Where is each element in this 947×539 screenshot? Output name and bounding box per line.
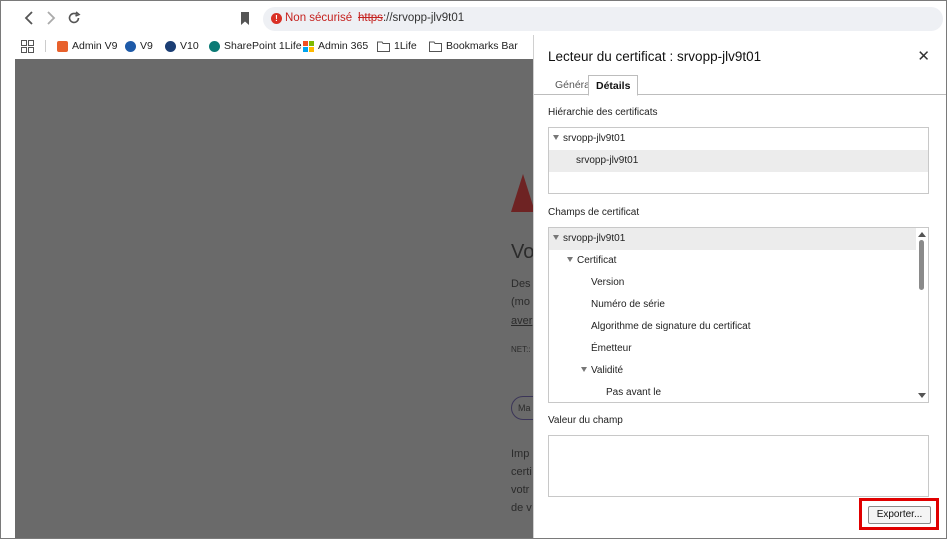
page-link[interactable]: aver (511, 315, 532, 327)
bookmark-label: Admin V9 (72, 40, 118, 52)
forward-arrow-icon (47, 11, 56, 25)
bookmark-icon (241, 11, 249, 25)
bookmark-label: Admin 365 (318, 40, 369, 52)
url-host: ://srvopp-jlv9t01 (382, 12, 465, 24)
bookmark-bookmarks-bar[interactable]: Bookmarks Bar (429, 38, 518, 54)
bookmarks-separator (45, 40, 46, 52)
expand-caret-icon (567, 257, 573, 262)
reload-button[interactable] (64, 8, 84, 28)
export-highlight: Exporter... (859, 498, 939, 530)
v10-favicon-icon (165, 40, 176, 52)
expand-caret-icon (553, 235, 559, 240)
hierarchy-item-leaf[interactable]: srvopp-jlv9t01 (549, 150, 928, 172)
hierarchy-item-label: srvopp-jlv9t01 (563, 133, 626, 144)
field-item[interactable]: Numéro de série (549, 294, 917, 316)
folder-icon (429, 41, 442, 52)
field-item[interactable]: Émetteur (549, 338, 917, 360)
page-text-line: de v (511, 502, 532, 514)
field-label: srvopp-jlv9t01 (563, 233, 626, 244)
fields-scrollbar[interactable] (916, 228, 928, 402)
field-label: Validité (591, 365, 624, 376)
field-value-label: Valeur du champ (548, 415, 623, 426)
apps-button[interactable] (21, 38, 34, 54)
export-button[interactable]: Exporter... (868, 506, 931, 524)
bookmark-label: SharePoint 1Life (224, 40, 302, 52)
field-item[interactable]: Version (549, 272, 917, 294)
page-text-line: (mo (511, 296, 530, 308)
field-item[interactable]: Validité (549, 360, 917, 382)
bookmark-label: V10 (180, 40, 199, 52)
url-scheme: https (358, 12, 383, 24)
bookmark-v10[interactable]: V10 (165, 38, 199, 54)
expand-caret-icon (581, 367, 587, 372)
warning-triangle-icon (511, 174, 533, 212)
apps-grid-icon (21, 39, 34, 53)
field-label: Pas avant le (606, 387, 662, 398)
browser-toolbar: ! Non sécurisé https://srvopp-jlv9t01 (1, 1, 946, 35)
dialog-title: Lecteur du certificat : srvopp-jlv9t01 (548, 49, 762, 64)
forward-button[interactable] (41, 8, 61, 28)
hierarchy-item-root[interactable]: srvopp-jlv9t01 (549, 128, 928, 150)
scroll-up-arrow-icon[interactable] (918, 232, 926, 237)
page-error-code: NET:: (511, 345, 531, 354)
security-status[interactable]: Non sécurisé (285, 12, 352, 24)
bookmark-admin-v9[interactable]: Admin V9 (57, 38, 118, 54)
hierarchy-label: Hiérarchie des certificats (548, 107, 658, 118)
not-secure-icon: ! (271, 13, 282, 24)
expand-caret-icon (553, 135, 559, 140)
field-item[interactable]: Certificat (549, 250, 917, 272)
hierarchy-item-label: srvopp-jlv9t01 (576, 155, 639, 166)
page-text-line: Des (511, 278, 531, 290)
microsoft-favicon-icon (303, 40, 314, 52)
bookmark-label: 1Life (394, 40, 417, 52)
back-arrow-icon (24, 11, 33, 25)
bookmark-label: Bookmarks Bar (446, 40, 518, 52)
page-text-line: Imp (511, 448, 530, 460)
browser-window: ! Non sécurisé https://srvopp-jlv9t01 Ad… (0, 0, 947, 539)
field-label: Algorithme de signature du certificat (591, 321, 751, 332)
field-item[interactable]: Pas avant le (549, 382, 917, 402)
certificate-fields-tree[interactable]: srvopp-jlv9t01 Certificat Version Numéro… (548, 227, 929, 403)
field-item[interactable]: srvopp-jlv9t01 (549, 228, 917, 250)
scroll-down-arrow-icon[interactable] (918, 393, 926, 398)
back-button[interactable] (19, 8, 39, 28)
field-value-box[interactable] (548, 435, 929, 497)
scrollbar-thumb[interactable] (919, 240, 924, 290)
close-icon[interactable]: ✕ (917, 47, 930, 65)
page-button[interactable]: Ma (511, 396, 533, 420)
bookmark-label: V9 (140, 40, 153, 52)
address-bar[interactable]: ! Non sécurisé https://srvopp-jlv9t01 (263, 7, 943, 31)
field-label: Numéro de série (591, 299, 665, 310)
reload-icon (68, 11, 81, 24)
tab-details[interactable]: Détails (588, 75, 639, 96)
url-text[interactable]: https://srvopp-jlv9t01 (358, 12, 464, 24)
field-item[interactable]: Algorithme de signature du certificat (549, 316, 917, 338)
field-label: Version (591, 277, 625, 288)
certificate-hierarchy-tree[interactable]: srvopp-jlv9t01 srvopp-jlv9t01 (548, 127, 929, 194)
page-heading: Vo (511, 241, 533, 263)
field-label: Émetteur (591, 343, 632, 354)
page-text-line: votr (511, 484, 530, 496)
field-label: Certificat (577, 255, 617, 266)
bookmark-page-button[interactable] (235, 8, 255, 28)
folder-icon (377, 41, 390, 52)
bookmark-admin-365[interactable]: Admin 365 (303, 38, 368, 54)
bookmark-sharepoint[interactable]: SharePoint 1Life (209, 38, 302, 54)
page-content-dimmed: Vo Des (mo aver NET:: Ma Imp certi votr … (15, 59, 533, 538)
bookmark-v9[interactable]: V9 (125, 38, 153, 54)
bookmark-1life[interactable]: 1Life (377, 38, 417, 54)
page-button-label: Ma (518, 403, 531, 413)
admin-v9-favicon-icon (57, 40, 68, 52)
certificate-viewer-dialog: Lecteur du certificat : srvopp-jlv9t01 ✕… (533, 35, 946, 538)
v9-favicon-icon (125, 40, 136, 52)
fields-label: Champs de certificat (548, 207, 640, 218)
page-text-line: certi (511, 466, 532, 478)
sharepoint-favicon-icon (209, 40, 220, 52)
tab-bar: Général Détails (534, 73, 946, 96)
